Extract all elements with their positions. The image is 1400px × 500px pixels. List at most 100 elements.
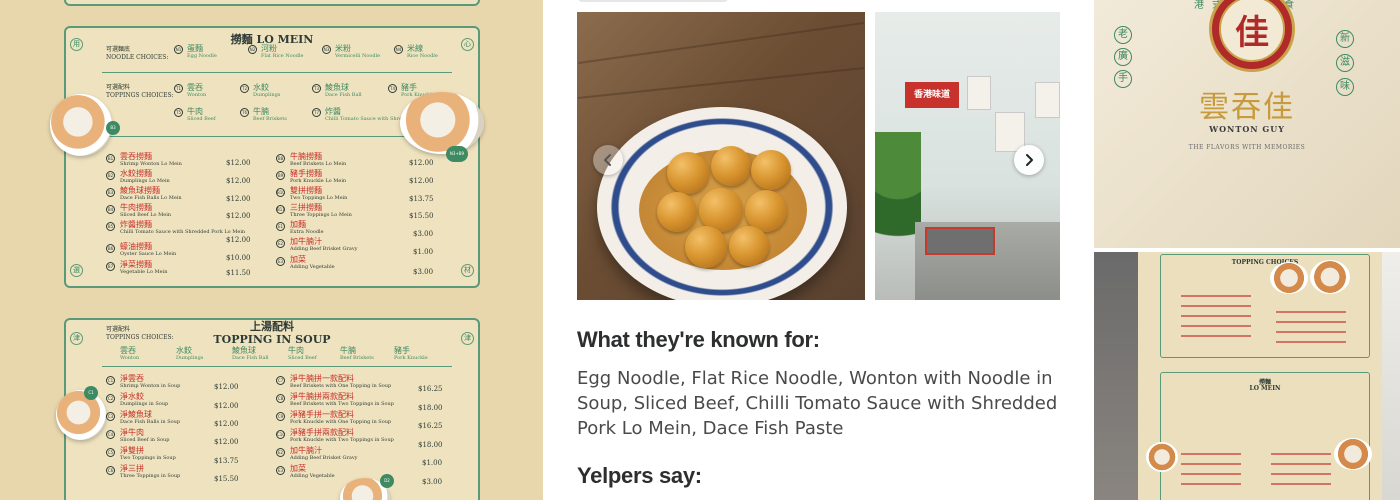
item-code: B2: [106, 171, 115, 180]
carousel-prev-button[interactable]: [593, 145, 623, 175]
item-code: C3: [106, 412, 115, 421]
wall-sign: 香港味道: [905, 82, 959, 108]
dish-photo: [56, 390, 106, 440]
photo-menu-board-wall[interactable]: TOPPING CHOICES 撈麵 LO MEIN: [1094, 252, 1400, 500]
logo-char: 佳: [1219, 0, 1285, 62]
board-text-line: [1271, 483, 1331, 485]
business-highlight-card: 香港味道 What they're known for: Egg Noodle,…: [543, 0, 1094, 500]
fish-ball: [711, 146, 751, 186]
item-code: C7: [276, 376, 285, 385]
board-dish-photo: [1146, 442, 1178, 472]
wall-left: [1094, 252, 1138, 500]
item-code: C5: [106, 448, 115, 457]
item-code: C8: [276, 394, 285, 403]
menu-photo-lomein[interactable]: 撈麵 LO MEIN 用 心 選 材 可選麵底 NOODLE CHOICES: …: [0, 0, 543, 500]
item-price: $1.00: [413, 248, 434, 256]
menu-item: 加菜 Adding Vegetable: [290, 464, 335, 479]
fish-ball: [685, 226, 727, 268]
board-text-line: [1181, 325, 1251, 327]
divider: [102, 366, 452, 367]
divider: [102, 136, 452, 137]
topping-label-en: TOPPINGS CHOICES:: [106, 92, 174, 99]
fish-ball: [729, 226, 769, 266]
menu-item: 炸醬撈麵 Chilli Tomato Sauce with Shredded Po…: [120, 220, 246, 235]
item-price: $12.00: [226, 159, 251, 167]
logo-emblem: 佳: [1209, 0, 1295, 72]
item-price: $16.25: [418, 422, 443, 430]
board-text-line: [1271, 463, 1331, 465]
item-price: $3.00: [422, 478, 443, 486]
item-price: $16.25: [418, 385, 443, 393]
menu-board-top-edge: [64, 0, 480, 6]
menu-item: 淨雙拼 Two Toppings in Soup: [120, 446, 176, 461]
item-price: $3.00: [413, 230, 434, 238]
menu-item: 淨豬手拼兩款配料 Pork Knuckle with Two Toppings i…: [290, 428, 394, 443]
corner-char: 材: [461, 264, 474, 277]
item-price: $13.75: [409, 195, 434, 203]
board-text-line: [1276, 341, 1346, 343]
item-price: $1.00: [422, 459, 443, 467]
soup-menu-board: 上湯配料 TOPPING IN SOUP 津 津 可選配料 TOPPINGS C…: [64, 318, 480, 500]
dish-badge: D2: [380, 474, 394, 488]
menu-item: 加菜 Adding Vegetable: [290, 255, 335, 270]
item-price: $12.00: [409, 177, 434, 185]
choice-code: N1: [174, 45, 183, 54]
left-chip: 廣: [1114, 48, 1132, 66]
item-price: $12.00: [214, 402, 239, 410]
topping-choice: 牛肉 Sliced Beef: [187, 107, 216, 122]
menu-item: 淨牛腩拼兩款配料 Beef Briskets with Two Toppings …: [290, 392, 394, 407]
board-text-line: [1276, 311, 1346, 313]
noodle-choice: 河粉 Flat Rice Noodle: [261, 44, 304, 59]
item-price: $13.75: [214, 457, 239, 465]
menu-item: 鯪魚球撈麵 Dace Fish Balls Lo Mein: [120, 186, 182, 201]
item-code: C9: [276, 412, 285, 421]
corner-char: 津: [70, 332, 83, 345]
topping-choice: 牛腩 Beef Briskets: [340, 346, 374, 361]
item-code: E3: [276, 257, 285, 266]
item-code: B7: [106, 262, 115, 271]
wood-grain: [577, 66, 865, 100]
choice-code: N2: [248, 45, 257, 54]
tray: [925, 227, 995, 255]
carousel-next-button[interactable]: [1014, 145, 1044, 175]
topping-choice: 雲吞 Wonton: [187, 83, 207, 98]
photo-logo-sign[interactable]: 港式雲吞麵食 佳 老 廣 手 新 滋 味 雲吞佳 WONTON GUY THE …: [1094, 0, 1400, 248]
menu-item: 加牛腩汁 Adding Beef Brisket Gravy: [290, 446, 358, 461]
board-text-line: [1271, 473, 1331, 475]
item-price: $15.50: [214, 475, 239, 483]
item-code: E1: [276, 222, 285, 231]
board-text-line: [1181, 483, 1241, 485]
item-price: $12.00: [226, 177, 251, 185]
board-text-line: [1181, 305, 1251, 307]
choice-code: T7: [312, 108, 321, 117]
menu-item: 淨菜撈麵 Vegetable Lo Mein: [120, 260, 168, 275]
yelpers-say-heading: Yelpers say:: [577, 463, 702, 488]
item-price: $15.50: [409, 212, 434, 220]
choice-code: N3: [322, 45, 331, 54]
item-price: $3.00: [413, 268, 434, 276]
item-price: $18.00: [418, 441, 443, 449]
item-price: $12.00: [214, 383, 239, 391]
topping-choice: 豬手 Pork Knuckle: [394, 346, 428, 361]
choice-code: T6: [240, 108, 249, 117]
topping-choice: 鯪魚球 Dace Fish Ball: [232, 346, 269, 361]
corner-char: 選: [70, 264, 83, 277]
known-for-heading: What they're known for:: [577, 327, 820, 352]
board-text-line: [1271, 453, 1331, 455]
choice-code: T3: [312, 84, 321, 93]
menu-item: 三拼撈麵 Three Toppings Lo Mein: [290, 203, 352, 218]
menu-item: 淨水餃 Dumplings in Soup: [120, 392, 169, 407]
corner-char: 心: [461, 38, 474, 51]
fish-ball: [667, 152, 709, 194]
item-price: $12.00: [226, 236, 251, 244]
item-price: $12.00: [409, 159, 434, 167]
topping-label-cn: 可選配料: [106, 84, 131, 91]
item-code: B8: [276, 154, 285, 163]
dish-badge: B3: [106, 121, 120, 135]
fish-ball: [751, 150, 791, 190]
item-code: B4: [106, 205, 115, 214]
item-code: B10: [276, 188, 285, 197]
menu-item: 蠔油撈麵 Oyster Sauce Lo Mein: [120, 242, 177, 257]
choice-code: T2: [240, 84, 249, 93]
chevron-left-icon: [604, 154, 611, 166]
